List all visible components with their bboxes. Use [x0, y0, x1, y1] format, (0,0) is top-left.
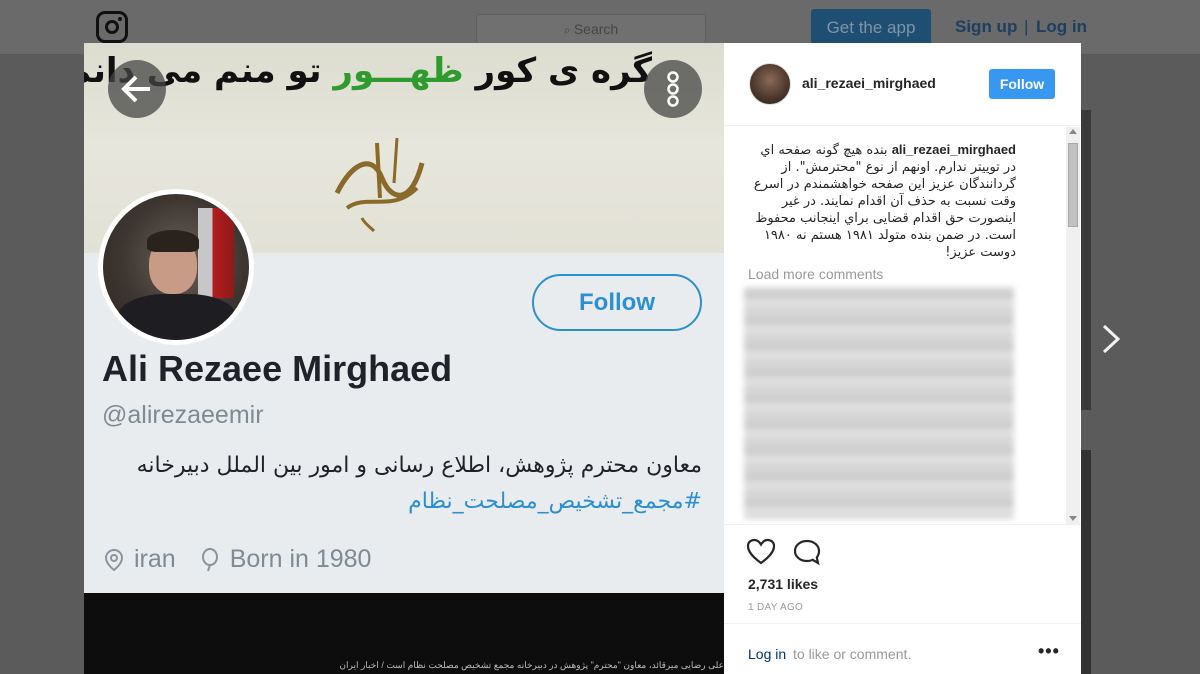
search-placeholder: Search	[573, 21, 619, 37]
background-post	[1081, 110, 1091, 410]
follow-button[interactable]: Follow	[989, 69, 1055, 99]
balloon-icon	[201, 547, 218, 571]
twitter-handle: @alirezaeemir	[102, 401, 264, 429]
search-input[interactable]: ⌕ Search	[476, 14, 706, 44]
login-prompt-text: to like or comment.	[793, 646, 912, 662]
get-app-button[interactable]: Get the app	[811, 9, 931, 47]
twitter-location: iran	[134, 545, 176, 573]
back-button[interactable]	[108, 60, 166, 118]
comments-section: ali_rezaei_mirghaed بنده هیچ گونه صفحه ا…	[724, 127, 1081, 525]
add-comment-bar: Log in to like or comment. •••	[724, 623, 1081, 674]
post-header: ali_rezaei_mirghaed Follow	[724, 43, 1081, 126]
calligraphy-emblem	[322, 123, 432, 233]
sign-up-link[interactable]: Sign up	[955, 17, 1017, 37]
twitter-avatar	[98, 189, 254, 345]
twitter-display-name: Ali Rezaee Mirghaed	[102, 348, 453, 389]
likes-count[interactable]: 2,731 likes	[748, 576, 818, 592]
twitter-hashtag: #مجمع_تشخیص_مصلحت_نظام	[408, 489, 702, 514]
instagram-logo-icon[interactable]	[96, 11, 128, 43]
comment-icon[interactable]	[792, 538, 822, 566]
scrollbar-thumb[interactable]	[1068, 143, 1078, 227]
heart-icon[interactable]	[746, 538, 776, 566]
search-icon: ⌕	[563, 23, 574, 37]
caption-text: بنده هیچ گونه صفحه اي در توییتر ندارم. ا…	[753, 143, 1016, 260]
post-image: گره ی کور ظهـــور تو منم می دانم Follow …	[84, 43, 724, 674]
image-caption-strip: علی رضایی میرقائد، معاون "محترم" پژوهش د…	[339, 660, 724, 670]
comments-scrollbar[interactable]	[1066, 127, 1080, 525]
background-post	[1081, 450, 1091, 674]
more-options-button[interactable]	[644, 60, 702, 118]
arrow-left-icon	[121, 75, 150, 103]
post-actions	[746, 538, 822, 566]
header-separator: |	[1024, 17, 1029, 36]
log-in-link[interactable]: Log in	[748, 646, 786, 662]
more-options-icon[interactable]: •••	[1038, 641, 1060, 662]
banner-text-green: ظهـــور	[333, 51, 464, 91]
banner-text: گره ی کور ظهـــور تو منم می دانم	[84, 51, 652, 91]
post-caption: ali_rezaei_mirghaed بنده هیچ گونه صفحه ا…	[748, 141, 1016, 261]
log-in-link[interactable]: Log in	[1036, 17, 1087, 37]
post-modal: گره ی کور ظهـــور تو منم می دانم Follow …	[84, 43, 1081, 674]
post-timestamp[interactable]: 1 DAY AGO	[748, 602, 803, 613]
chevron-right-icon[interactable]	[1098, 322, 1124, 356]
scroll-down-arrow[interactable]	[1069, 516, 1077, 521]
post-username[interactable]: ali_rezaei_mirghaed	[802, 75, 936, 91]
twitter-bio: معاون محترم پژوهش، اطلاع رسانی و امور بی…	[136, 453, 702, 478]
load-more-comments-link[interactable]: Load more comments	[748, 266, 883, 282]
scroll-up-arrow[interactable]	[1069, 129, 1077, 134]
blurred-comments	[744, 287, 1014, 519]
twitter-meta: iran Born in 1980	[104, 545, 371, 574]
caption-username[interactable]: ali_rezaei_mirghaed	[892, 142, 1016, 157]
post-sidebar: ali_rezaei_mirghaed Follow ali_rezaei_mi…	[724, 43, 1081, 674]
banner-text-part-a: گره ی کور	[475, 51, 653, 91]
twitter-born: Born in 1980	[229, 545, 372, 573]
location-pin-icon	[104, 548, 124, 571]
twitter-follow-button: Follow	[532, 274, 702, 331]
more-vertical-icon	[667, 71, 679, 107]
avatar[interactable]	[749, 63, 791, 105]
